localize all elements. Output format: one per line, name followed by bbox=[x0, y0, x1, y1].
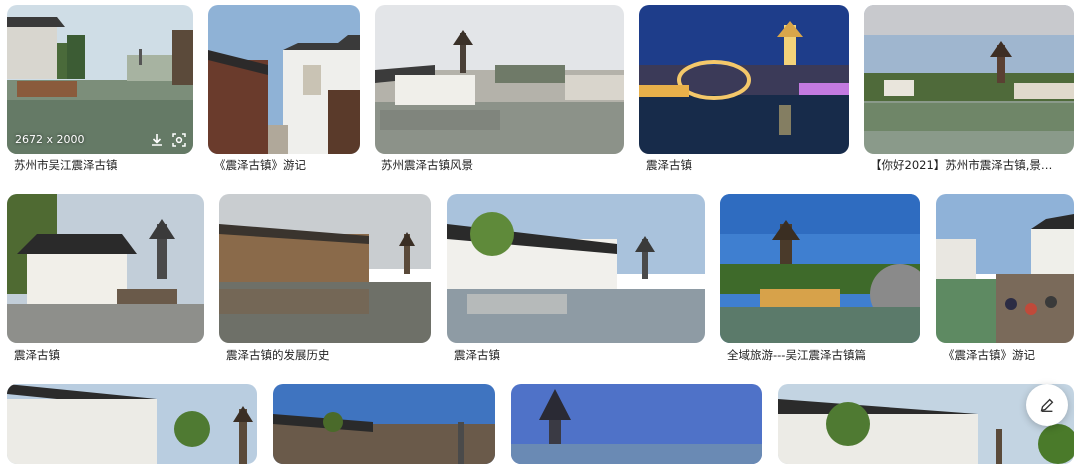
pagoda-sky-photo bbox=[511, 384, 762, 464]
result-image-4[interactable] bbox=[639, 5, 849, 154]
town-photo bbox=[273, 384, 495, 464]
image-dimensions: 2672 x 2000 bbox=[15, 133, 85, 146]
waterfront-photo bbox=[219, 194, 431, 343]
canal-crowd-photo bbox=[936, 194, 1074, 343]
result-image-13[interactable] bbox=[511, 384, 762, 464]
result-image-10[interactable] bbox=[936, 194, 1074, 343]
result-image-2[interactable] bbox=[208, 5, 360, 154]
riverside-photo bbox=[375, 5, 624, 154]
result-caption[interactable]: 苏州震泽古镇风景 bbox=[381, 158, 621, 172]
result-image-5[interactable] bbox=[864, 5, 1074, 154]
result-image-11[interactable] bbox=[7, 384, 257, 464]
white-house-photo bbox=[7, 194, 204, 343]
result-caption[interactable]: 震泽古镇 bbox=[646, 158, 846, 172]
result-caption[interactable]: 《震泽古镇》游记 bbox=[214, 158, 360, 172]
result-image-1[interactable]: 2672 x 2000 bbox=[7, 5, 193, 154]
result-caption[interactable]: 震泽古镇的发展历史 bbox=[226, 348, 426, 362]
edit-pencil-icon bbox=[1040, 398, 1054, 412]
result-caption[interactable]: 《震泽古镇》游记 bbox=[943, 348, 1073, 362]
result-caption[interactable]: 全域旅游---吴江震泽古镇篇 bbox=[727, 348, 917, 362]
street-photo bbox=[208, 5, 360, 154]
lens-search-icon[interactable] bbox=[171, 132, 187, 148]
canal-photo bbox=[7, 5, 193, 154]
sunset-pagoda-photo bbox=[864, 5, 1074, 154]
rooftops-photo bbox=[7, 384, 257, 464]
result-image-3[interactable] bbox=[375, 5, 624, 154]
result-caption[interactable]: 震泽古镇 bbox=[454, 348, 700, 362]
result-caption[interactable]: 苏州市吴江震泽古镇 bbox=[14, 158, 194, 172]
white-wall-photo bbox=[447, 194, 705, 343]
result-image-8[interactable] bbox=[447, 194, 705, 343]
night-pagoda-photo bbox=[639, 5, 849, 154]
result-image-6[interactable] bbox=[7, 194, 204, 343]
result-image-12[interactable] bbox=[273, 384, 495, 464]
result-caption[interactable]: 【你好2021】苏州市震泽古镇,景… bbox=[870, 158, 1066, 172]
download-icon[interactable] bbox=[149, 132, 165, 148]
result-image-7[interactable] bbox=[219, 194, 431, 343]
arch-bridge-photo bbox=[720, 194, 920, 343]
result-caption[interactable]: 震泽古镇 bbox=[14, 348, 200, 362]
result-image-9[interactable] bbox=[720, 194, 920, 343]
edit-button[interactable] bbox=[1026, 384, 1068, 426]
